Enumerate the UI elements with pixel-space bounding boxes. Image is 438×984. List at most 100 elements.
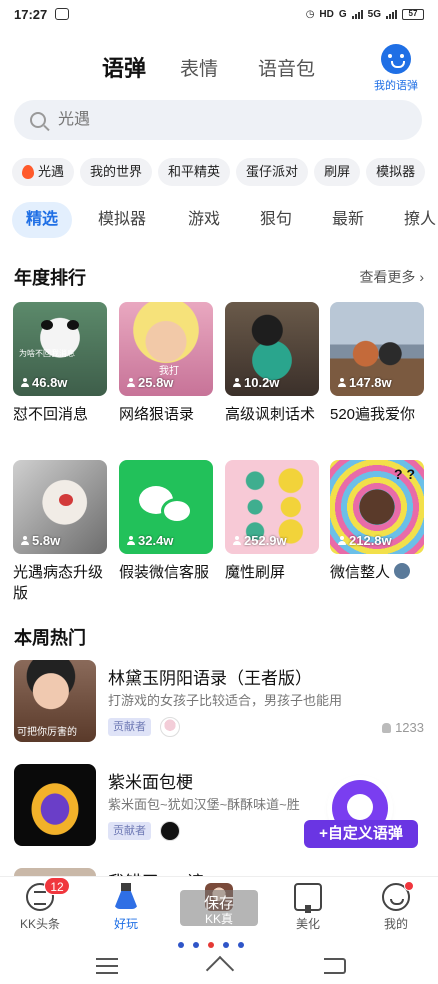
battery-icon: 57: [402, 8, 424, 20]
hot-tag-chips: 光遇 我的世界 和平精英 蛋仔派对 刷屏 模拟器: [12, 158, 438, 186]
cat-simulator[interactable]: 模拟器: [98, 202, 146, 238]
use-count: 46.8w: [21, 375, 67, 390]
nav-label: 好玩: [113, 917, 138, 931]
card-title: 光遇病态升级版: [13, 564, 104, 602]
user-icon: [127, 378, 135, 387]
cat-harsh[interactable]: 狠句: [260, 202, 292, 238]
brush-icon: [294, 883, 322, 913]
cat-newest[interactable]: 最新: [332, 202, 364, 238]
dot: [238, 942, 244, 948]
section-title-annual: 年度排行: [14, 268, 86, 288]
daiyu-thumbnail: 可把你厉害的: [14, 660, 96, 742]
category-tabs: 精选 模拟器 游戏 狠句 最新 撩人: [0, 202, 438, 238]
home-icon[interactable]: [206, 956, 232, 976]
chip-spam[interactable]: 刷屏: [314, 158, 361, 186]
contributor-badge: 贡献者: [108, 822, 151, 840]
card-title: 微信整人: [330, 562, 424, 583]
hot-item-desc: 打游戏的女孩子比较适合，男孩子也能用: [108, 693, 343, 708]
use-count: 5.8w: [21, 533, 60, 548]
card-title: 高级讽刺话术: [225, 406, 316, 423]
ranking-card[interactable]: 147.8w 520遍我爱你: [330, 302, 424, 425]
chip-label: 光遇: [38, 164, 65, 179]
see-more-link[interactable]: 查看更多 ›: [359, 267, 424, 287]
my-yudan-button[interactable]: 我的语弹: [368, 44, 424, 94]
spam-thumbnail: 252.9w: [225, 460, 319, 554]
dot: [223, 942, 229, 948]
signal-label-2: 5G: [367, 8, 381, 20]
ranking-card[interactable]: 5.8w 光遇病态升级版: [13, 460, 107, 604]
search-icon: [30, 112, 46, 128]
ranking-card[interactable]: 32.4w 假装微信客服: [119, 460, 213, 583]
card-title: 520遍我爱你: [330, 406, 416, 423]
user-icon: [127, 536, 135, 545]
ranking-card[interactable]: 252.9w 魔性刷屏: [225, 460, 319, 583]
ranking-card[interactable]: 10.2w 高级讽刺话术: [225, 302, 319, 425]
cat-game[interactable]: 游戏: [188, 202, 220, 238]
user-icon: [338, 378, 346, 387]
chip-guangyu[interactable]: 光遇: [12, 158, 75, 186]
nav-beautify[interactable]: 美化: [278, 883, 338, 933]
back-icon[interactable]: [324, 958, 346, 974]
dot-active: [208, 942, 214, 948]
hot-item-title: 紫米面包梗: [108, 773, 193, 792]
section-title-weekly: 本周热门: [14, 628, 86, 648]
nav-me[interactable]: 我的: [366, 881, 426, 933]
user-icon: [21, 536, 29, 545]
chip-simulator[interactable]: 模拟器: [366, 158, 426, 186]
prank-thumbnail: ? ? 212.8w: [330, 460, 424, 554]
menu-icon[interactable]: [96, 958, 118, 974]
unread-badge: 12: [44, 877, 70, 895]
chip-my-world[interactable]: 我的世界: [80, 158, 153, 186]
tab-yuyinbao[interactable]: 语音包: [258, 54, 315, 81]
chip-eggy-party[interactable]: 蛋仔派对: [236, 158, 309, 186]
use-count: 10.2w: [233, 375, 279, 390]
user-icon: [233, 378, 241, 387]
nav-label: KK头条: [19, 917, 60, 931]
custom-yudan-fab[interactable]: +自定义语弹: [304, 780, 422, 852]
alarm-icon: ◷: [305, 8, 315, 20]
tab-yudan[interactable]: 语弹: [102, 51, 146, 83]
notification-dot: [404, 881, 414, 891]
contributor-avatar[interactable]: [160, 821, 180, 841]
card-title: 网络狠语录: [119, 406, 195, 423]
ranking-card[interactable]: 我打 25.8w 网络狠语录: [119, 302, 213, 425]
barbie-thumbnail: 我打 25.8w: [119, 302, 213, 396]
like-count: 1233: [382, 720, 424, 735]
status-icons: ◷ HD G 5G 57: [305, 8, 424, 20]
notification-app-icon: [55, 8, 70, 20]
tab-biaoqing[interactable]: 表情: [180, 54, 218, 81]
hot-item-title: 林黛玉阴阳语录（王者版）: [108, 669, 312, 688]
use-count: 252.9w: [233, 533, 287, 548]
status-bar: 17:27 ◷ HD G 5G 57: [0, 0, 438, 28]
purple-bread-thumbnail: [14, 764, 96, 846]
cat-featured[interactable]: 精选: [12, 202, 73, 238]
save-overlay[interactable]: 保存 KK真: [180, 890, 258, 926]
dot: [193, 942, 199, 948]
couple-thumbnail: 147.8w: [330, 302, 424, 396]
hot-list-item[interactable]: 可把你厉害的 林黛玉阴阳语录（王者版） 打游戏的女孩子比较适合，男孩子也能用 贡…: [14, 660, 424, 744]
signal-bars-icon: [351, 9, 363, 19]
chip-peace-elite[interactable]: 和平精英: [158, 158, 231, 186]
top-tab-bar: 语弹 表情 语音包 我的语弹: [0, 44, 438, 92]
custom-yudan-label: +自定义语弹: [304, 820, 418, 848]
hd-label: HD: [319, 8, 334, 20]
nav-label: 美化: [295, 917, 320, 931]
flask-icon: [113, 883, 139, 911]
card-title: 假装微信客服: [119, 564, 210, 581]
ranking-card[interactable]: 为啥不回我消息 46.8w 怼不回消息: [13, 302, 107, 425]
wechat-thumbnail: 32.4w: [119, 460, 213, 554]
user-icon: [382, 722, 392, 733]
ranking-card[interactable]: ? ? 212.8w 微信整人: [330, 460, 424, 583]
use-count: 212.8w: [338, 533, 392, 548]
search-bar[interactable]: [14, 100, 422, 140]
my-yudan-label: 我的语弹: [374, 80, 418, 92]
card-title: 魔性刷屏: [225, 564, 286, 581]
dot: [178, 942, 184, 948]
nav-kk-headlines[interactable]: 12 KK头条: [10, 877, 70, 933]
signal-bars-icon-2: [386, 9, 397, 19]
cat-flirt[interactable]: 撩人: [404, 202, 436, 238]
contributor-avatar[interactable]: [160, 717, 180, 737]
nav-fun[interactable]: 好玩: [96, 883, 156, 933]
search-input[interactable]: [58, 111, 378, 129]
system-nav-bar: [0, 950, 438, 984]
